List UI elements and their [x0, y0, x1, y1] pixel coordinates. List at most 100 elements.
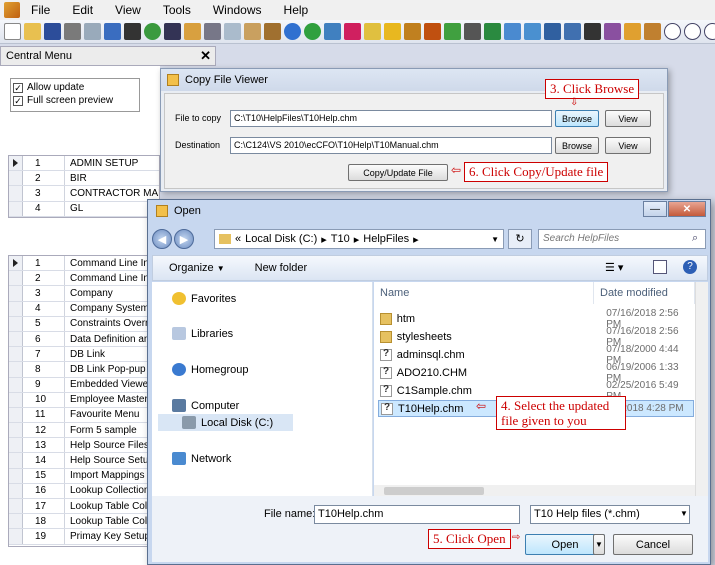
zoom-in-icon[interactable] [684, 23, 701, 40]
tag-icon[interactable] [364, 23, 381, 40]
search-icon[interactable]: ⌕ [692, 232, 698, 245]
row-selector[interactable] [9, 271, 23, 286]
allow-update-option[interactable]: ✓ Allow update [13, 81, 137, 94]
copy-icon[interactable] [224, 23, 241, 40]
window-icon[interactable] [544, 23, 561, 40]
menu-windows[interactable]: Windows [202, 3, 273, 17]
row-selector[interactable] [9, 407, 23, 423]
open-folder-icon[interactable] [24, 23, 41, 40]
table-row[interactable]: 3 CONTRACTOR MANAGEMENT [9, 186, 159, 202]
nav-local-disk[interactable]: Local Disk (C:) [158, 414, 293, 431]
row-selector[interactable] [9, 171, 23, 186]
key-icon[interactable] [604, 23, 621, 40]
row-selector[interactable] [9, 256, 23, 271]
table-row[interactable]: 11 Favourite Menu [9, 407, 147, 424]
vertical-scrollbar[interactable] [695, 282, 708, 510]
table-row[interactable]: 3 Company [9, 286, 147, 302]
cv-icon[interactable] [124, 23, 141, 40]
brush-icon[interactable] [584, 23, 601, 40]
help-circle-icon[interactable] [284, 23, 301, 40]
table-row[interactable]: 2 BIR [9, 171, 159, 187]
row-selector[interactable] [9, 186, 23, 201]
full-screen-preview-option[interactable]: ✓ Full screen preview [13, 94, 137, 107]
question-green-icon[interactable] [304, 23, 321, 40]
preview-icon[interactable] [84, 23, 101, 40]
row-selector[interactable] [9, 438, 23, 453]
table-row[interactable]: 5 Constraints Overrul [9, 316, 147, 332]
copy-update-button[interactable]: Copy/Update File [348, 164, 448, 181]
table-row[interactable]: 8 DB Link Pop-pup [9, 362, 147, 378]
hammer-icon[interactable] [464, 23, 481, 40]
nav-network[interactable]: Network [172, 452, 231, 465]
menu-edit[interactable]: Edit [61, 3, 104, 17]
table-row[interactable]: 4 Company System F [9, 301, 147, 317]
menu-tools[interactable]: Tools [152, 3, 202, 17]
grid-icon[interactable] [264, 23, 281, 40]
zoom-icon[interactable] [704, 23, 715, 40]
row-selector[interactable] [9, 347, 23, 362]
excel-icon[interactable] [484, 23, 501, 40]
filename-input[interactable]: T10Help.chm [314, 505, 520, 524]
breadcrumb-helpfiles[interactable]: HelpFiles [363, 233, 409, 245]
row-selector[interactable] [9, 529, 23, 544]
calendar-icon[interactable] [324, 23, 341, 40]
close-icon[interactable]: ✕ [200, 48, 211, 64]
lock2-icon[interactable] [644, 23, 661, 40]
row-selector[interactable] [9, 453, 23, 468]
table-row[interactable]: 18 Lookup Table Colle [9, 514, 147, 530]
row-selector[interactable] [9, 468, 23, 483]
breadcrumb-local-disk[interactable]: Local Disk (C:) [245, 233, 317, 245]
nav-computer[interactable]: Computer [172, 399, 239, 412]
search-input[interactable]: Search HelpFiles [538, 229, 706, 249]
row-selector[interactable] [9, 201, 23, 216]
file-type-dropdown-icon[interactable]: ▼ [680, 509, 688, 518]
table-row[interactable]: 9 Embedded Viewer [9, 377, 147, 393]
new-folder-button[interactable]: New folder [255, 262, 308, 274]
nav-favorites[interactable]: Favorites [172, 292, 236, 305]
file-list-item[interactable]: ADO210.CHM06/19/2006 1:33 PM [378, 362, 694, 384]
row-selector[interactable] [9, 362, 23, 377]
full-screen-preview-checkbox[interactable]: ✓ [13, 95, 23, 106]
zoom-out-icon[interactable] [664, 23, 681, 40]
allow-update-checkbox[interactable]: ✓ [13, 82, 23, 93]
chart-icon[interactable] [504, 23, 521, 40]
menu-file[interactable]: File [20, 3, 61, 17]
row-selector[interactable] [9, 392, 23, 407]
back-arrow-icon[interactable]: ◀ [152, 229, 172, 249]
pen-icon[interactable] [404, 23, 421, 40]
row-selector[interactable] [9, 331, 23, 347]
image-icon[interactable] [524, 23, 541, 40]
view-file-button[interactable]: View [605, 110, 651, 127]
cm-icon[interactable] [344, 23, 361, 40]
scroll-thumb[interactable] [384, 487, 484, 495]
open-dropdown-icon[interactable]: ▼ [593, 534, 605, 555]
table-row[interactable]: 17 Lookup Table Colle [9, 499, 147, 515]
star-toolbar-icon[interactable] [384, 23, 401, 40]
file-list-item[interactable]: htm 07/16/2018 2:56 PM [378, 308, 694, 330]
row-selector[interactable] [9, 499, 23, 514]
refresh-arrows-icon[interactable]: ↻ [508, 229, 532, 249]
organize-button[interactable]: Organize ▼ [169, 262, 225, 274]
destination-input[interactable]: C:\C124\VS 2010\ecCFO\T10Help\T10Manual.… [230, 137, 552, 154]
refresh-icon[interactable] [144, 23, 161, 40]
file-list-item[interactable]: stylesheets 07/16/2018 2:56 PM [378, 326, 694, 348]
table-row[interactable]: 1 ADMIN SETUP [9, 156, 159, 172]
view-options-icon[interactable]: ☰ ▾ [605, 261, 623, 274]
new-icon[interactable] [4, 23, 21, 40]
breadcrumb-t10[interactable]: T10 [331, 233, 350, 245]
help-icon[interactable]: ? [683, 260, 697, 274]
file-list-item[interactable]: adminsql.chm07/18/2000 4:44 PM [378, 344, 694, 366]
undo-icon[interactable] [164, 23, 181, 40]
table-row[interactable]: 10 Employee Master F [9, 392, 147, 408]
cut-icon[interactable] [204, 23, 221, 40]
lock-icon[interactable] [624, 23, 641, 40]
file-to-copy-input[interactable]: C:\T10\HelpFiles\T10Help.chm [230, 110, 552, 127]
menu-view[interactable]: View [104, 3, 152, 17]
browse-destination-button[interactable]: Browse [555, 137, 599, 154]
row-selector[interactable] [9, 514, 23, 529]
table-row[interactable]: 4 GL [9, 201, 159, 217]
preview-pane-icon[interactable] [653, 260, 667, 274]
table-row[interactable]: 16 Lookup Collection [9, 483, 147, 499]
file-type-select[interactable]: T10 Help files (*.chm) [530, 505, 690, 524]
row-selector[interactable] [9, 483, 23, 498]
